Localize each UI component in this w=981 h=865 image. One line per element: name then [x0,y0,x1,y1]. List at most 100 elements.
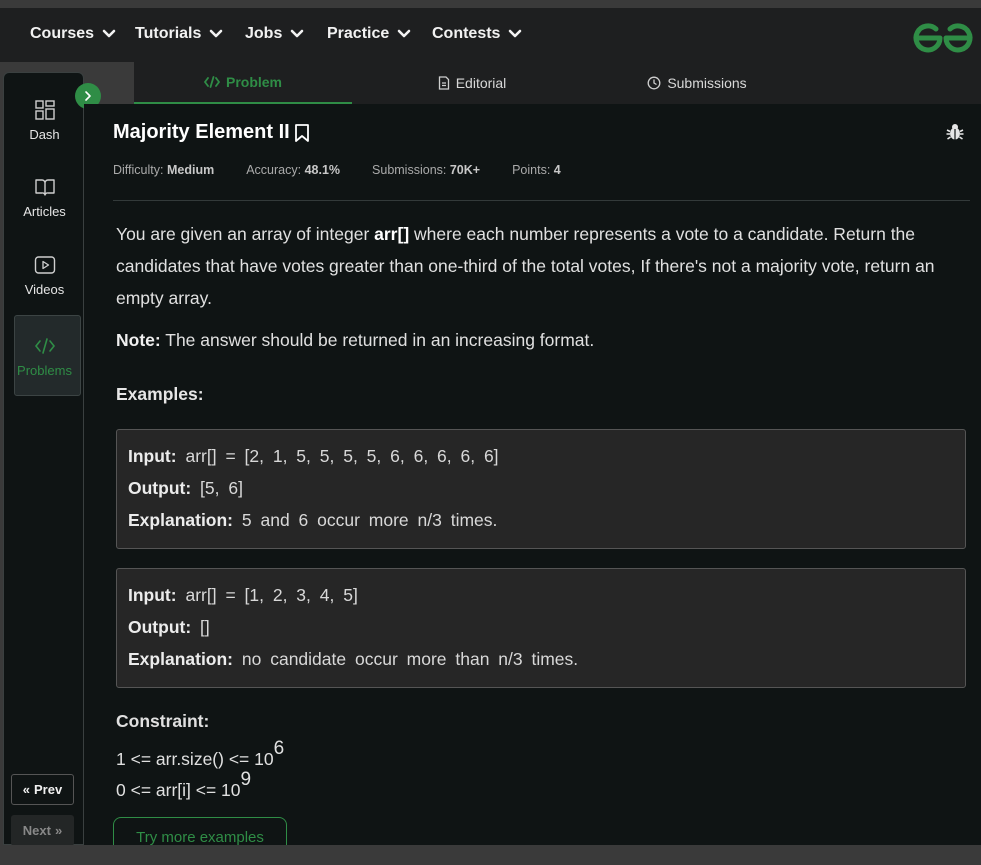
meta-accuracy-value: 48.1% [304,163,341,177]
divider [113,200,970,201]
constraint-line: 1 <= arr.size() <= 106 [116,738,284,770]
example-input-label: Input: [128,585,177,605]
example-explanation-label: Explanation: [128,510,234,530]
meta-accuracy: Accuracy: 48.1% [246,163,340,177]
tab-editorial[interactable]: Editorial [352,62,592,104]
nav-practice-label: Practice [327,25,390,42]
bug-report-icon[interactable] [945,122,965,142]
window-bottom-strip [0,845,981,865]
constraint-exponent: 9 [240,769,252,790]
nav-tutorials-label: Tutorials [135,25,202,42]
example-box: Input: arr[] = [2, 1, 5, 5, 5, 5, 6, 6, … [116,429,966,549]
nav-courses[interactable]: Courses [30,25,116,43]
tab-editorial-label: Editorial [455,75,507,91]
gfg-logo-icon[interactable] [910,18,976,58]
code-icon [34,338,55,354]
sidebar-item-dash[interactable]: Dash [4,99,85,142]
meta-submissions-label: Submissions: [372,163,447,177]
constraint-exponent: 6 [273,738,285,759]
sidebar-item-videos[interactable]: Videos [4,254,85,297]
tab-problem-label: Problem [225,74,282,90]
example-input-value: arr[] = [2, 1, 5, 5, 5, 5, 6, 6, 6, 6, 6… [185,446,499,466]
left-sidebar: Dash Articles Videos Problems [3,72,84,845]
top-navbar: Courses Tutorials Jobs Practice Contests [0,8,981,62]
example-output: Output: [] [128,615,954,647]
meta-points: Points: 4 [512,163,561,177]
prev-label: Prev [34,782,63,797]
book-icon [34,179,55,196]
meta-difficulty-value: Medium [166,163,215,177]
description-bold: arr[] [374,224,410,244]
example-output-value: [] [200,617,210,637]
example-explanation: Explanation: no candidate occur more tha… [128,647,954,679]
meta-difficulty-label: Difficulty: [113,163,164,177]
problem-tabbar: Problem Editorial Submissions [134,62,981,104]
constraint-heading: Constraint: [116,711,210,731]
example-output: Output: [5, 6] [128,476,954,508]
prev-button[interactable]: « Prev [11,774,74,805]
example-output-value: [5, 6] [200,478,243,498]
example-explanation-value: no candidate occur more than n/3 times. [241,649,579,669]
meta-accuracy-label: Accuracy: [246,163,302,177]
nav-tutorials[interactable]: Tutorials [135,25,223,43]
tab-submissions-label: Submissions [667,75,747,91]
problem-meta: Difficulty: Medium Accuracy: 48.1% Submi… [113,163,561,177]
sidebar-item-videos-label: Videos [24,282,65,297]
constraint-line: 0 <= arr[i] <= 109 [116,769,251,801]
chevron-right-icon [85,91,91,101]
clock-icon [647,76,661,90]
sidebar-item-problems-content[interactable]: Problems [4,335,85,378]
example-box: Input: arr[] = [1, 2, 3, 4, 5] Output: [… [116,568,966,688]
sidebar-item-dash-label: Dash [29,127,60,142]
document-icon [438,76,449,90]
chevron-down-icon [210,29,223,38]
problem-title-row: Majority Element II [113,121,310,144]
play-icon [34,256,55,274]
problem-note: Note: The answer should be returned in a… [116,330,594,351]
chevron-down-icon [397,29,411,38]
tab-submissions[interactable]: Submissions [592,62,802,104]
chevron-down-icon [509,29,522,38]
note-text: The answer should be returned in an incr… [160,330,595,350]
nav-contests[interactable]: Contests [432,25,522,43]
constraint-text: 0 <= arr[i] <= 10 [116,779,241,800]
meta-difficulty: Difficulty: Medium [113,163,214,177]
meta-submissions-value: 70K+ [449,163,481,177]
example-explanation-label: Explanation: [128,649,234,669]
nav-courses-label: Courses [30,25,95,42]
tab-problem[interactable]: Problem [134,62,352,104]
note-label: Note: [116,330,161,350]
nav-practice[interactable]: Practice [327,25,411,43]
meta-submissions: Submissions: 70K+ [372,163,480,177]
next-button[interactable]: Next » [11,815,74,846]
sidebar-item-articles-label: Articles [23,204,66,219]
code-icon [203,76,220,88]
chevron-down-icon [102,29,116,38]
next-label: Next [22,823,51,838]
sidebar-item-problems-label: Problems [17,363,72,378]
meta-points-label: Points: [512,163,551,177]
example-explanation-value: 5 and 6 occur more n/3 times. [241,510,498,530]
meta-points-value: 4 [553,163,561,177]
window-top-strip [0,0,981,8]
constraint-text: 1 <= arr.size() <= 10 [116,748,274,769]
sidebar-item-articles[interactable]: Articles [4,176,85,219]
nav-jobs[interactable]: Jobs [245,25,304,43]
examples-heading: Examples: [116,384,204,404]
example-output-label: Output: [128,617,192,637]
nav-jobs-label: Jobs [245,25,283,42]
example-explanation: Explanation: 5 and 6 occur more n/3 time… [128,508,954,540]
example-input-label: Input: [128,446,177,466]
double-chevron-left-icon: « [22,782,31,797]
example-input: Input: arr[] = [2, 1, 5, 5, 5, 5, 6, 6, … [128,444,954,476]
bookmark-icon[interactable] [294,123,310,143]
example-input: Input: arr[] = [1, 2, 3, 4, 5] [128,583,954,615]
dashboard-icon [34,100,55,120]
double-chevron-right-icon: » [54,823,63,838]
example-input-value: arr[] = [1, 2, 3, 4, 5] [185,585,358,605]
problem-title: Majority Element II [113,121,290,143]
try-more-examples-label: Try more examples [136,828,264,846]
chevron-down-icon [291,29,304,38]
problem-description: You are given an array of integer arr[] … [116,218,976,314]
description-text: You are given an array of integer [116,224,375,244]
